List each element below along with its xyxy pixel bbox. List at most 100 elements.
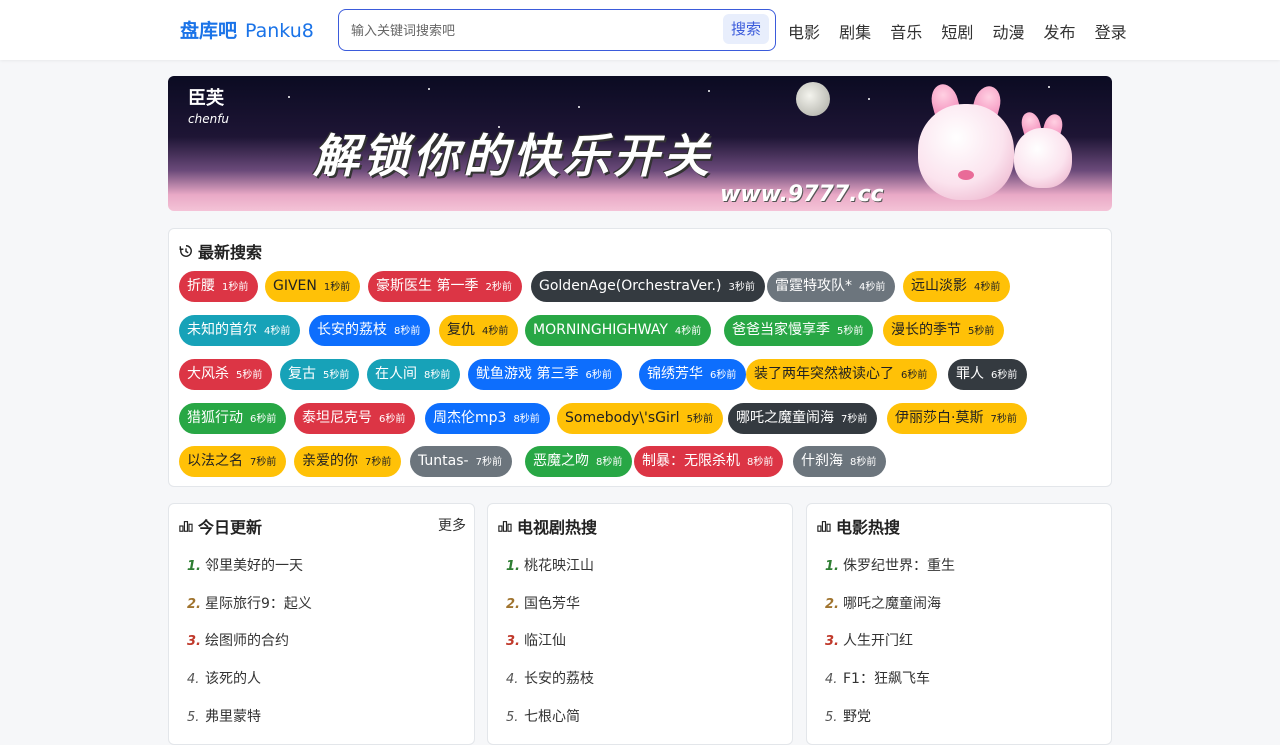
- search-tag[interactable]: 周杰伦mp3 8秒前: [425, 403, 550, 434]
- tag-label: 爸爸当家慢享季: [732, 322, 830, 338]
- tag-time: 4秒前: [674, 326, 702, 337]
- search-tag[interactable]: 雷霆特攻队* 4秒前: [767, 271, 896, 302]
- search-tag[interactable]: 亲爱的你 7秒前: [294, 446, 402, 477]
- rank-number: 5.: [825, 709, 838, 725]
- today-updates-card: 今日更新 更多 1. 邻里美好的一天 2. 星际旅行9：起义 3. 绘图师的合约 4.…: [168, 503, 475, 745]
- main-nav: 电影 剧集 音乐 短剧 动漫 发布 登录: [788, 19, 1141, 43]
- tag-time: 4秒前: [482, 326, 509, 337]
- search-box: 搜索: [338, 9, 776, 52]
- search-tag[interactable]: 装了两年突然被读心了 6秒前: [746, 359, 938, 390]
- nav-anime[interactable]: 动漫: [992, 23, 1024, 42]
- search-tag[interactable]: 锦绣芳华 6秒前: [639, 359, 747, 390]
- bar-chart-icon: [498, 521, 512, 532]
- list-item[interactable]: 2. 国色芳华: [506, 586, 594, 624]
- nav-music[interactable]: 音乐: [890, 23, 922, 42]
- recent-search-title-text: 最新搜索: [198, 243, 263, 262]
- rank-number: 1.: [187, 559, 201, 574]
- tag-label: 什刹海: [801, 453, 843, 469]
- site-logo[interactable]: 盘库吧 Panku8: [180, 16, 314, 43]
- list-item[interactable]: 3. 绘图师的合约: [187, 623, 312, 661]
- tag-label: 雷霆特攻队*: [775, 278, 852, 294]
- nav-movies[interactable]: 电影: [788, 23, 820, 42]
- tag-time: 6秒前: [379, 414, 406, 425]
- rank-number: 2.: [506, 596, 520, 612]
- today-more-link[interactable]: 更多: [438, 515, 466, 535]
- list-item[interactable]: 1. 邻里美好的一天: [187, 548, 312, 586]
- list-item[interactable]: 4. 该死的人: [187, 661, 312, 699]
- rank-number: 3.: [506, 634, 520, 650]
- search-tag[interactable]: 折腰 1秒前: [179, 271, 259, 302]
- tag-time: 7秒前: [365, 457, 392, 468]
- tag-label: GIVEN: [273, 278, 317, 294]
- star-graphic: [578, 106, 580, 108]
- search-tag[interactable]: 在人间 8秒前: [367, 359, 461, 390]
- recent-search-title: 最新搜索: [179, 239, 262, 263]
- search-tag[interactable]: 未知的首尔 4秒前: [179, 315, 301, 346]
- nav-short-drama[interactable]: 短剧: [941, 23, 973, 42]
- search-input[interactable]: [349, 10, 713, 52]
- tag-label: 亲爱的你: [302, 453, 358, 469]
- search-tag[interactable]: 复古 5秒前: [280, 359, 360, 390]
- nav-publish[interactable]: 发布: [1044, 23, 1076, 42]
- banner-url: www.9777.cc: [720, 182, 884, 207]
- search-tag[interactable]: 猎狐行动 6秒前: [179, 403, 287, 434]
- list-item[interactable]: 3. 人生开门红: [825, 623, 955, 661]
- list-item[interactable]: 5. 七根心简: [506, 699, 594, 737]
- nav-series[interactable]: 剧集: [839, 23, 871, 42]
- tag-label: 以法之名: [187, 453, 243, 469]
- list-item[interactable]: 5. 弗里蒙特: [187, 699, 312, 737]
- list-item[interactable]: 2. 星际旅行9：起义: [187, 586, 312, 624]
- search-tag[interactable]: 哪吒之魔童闹海 7秒前: [728, 403, 878, 434]
- list-item[interactable]: 1. 侏罗纪世界：重生: [825, 548, 955, 586]
- search-tag[interactable]: 什刹海 8秒前: [793, 446, 887, 477]
- search-tag[interactable]: 伊丽莎白·莫斯 7秒前: [887, 403, 1027, 434]
- search-tag[interactable]: 罪人 6秒前: [948, 359, 1028, 390]
- search-tag[interactable]: 恶魔之吻 8秒前: [525, 446, 633, 477]
- tag-time: 8秒前: [513, 414, 540, 425]
- search-tag[interactable]: MORNINGHIGHWAY 4秒前: [525, 315, 712, 346]
- list-item[interactable]: 5. 野党: [825, 699, 955, 737]
- search-tag[interactable]: 鱿鱼游戏 第三季 6秒前: [468, 359, 622, 390]
- tag-time: 5秒前: [968, 326, 995, 337]
- search-tag[interactable]: 制暴：无限杀机 8秒前: [634, 446, 784, 477]
- list-item[interactable]: 2. 哪吒之魔童闹海: [825, 586, 955, 624]
- item-title: 七根心简: [524, 708, 580, 725]
- search-tag[interactable]: 复仇 4秒前: [439, 315, 519, 346]
- ad-banner[interactable]: 臣芙 chenfu 解锁你的快乐开关 www.9777.cc: [168, 76, 1112, 211]
- rank-number: 4.: [506, 672, 519, 688]
- tag-time: 7秒前: [990, 414, 1017, 425]
- movie-hot-title-text: 电影热搜: [836, 518, 901, 537]
- tag-label: 哪吒之魔童闹海: [736, 410, 834, 426]
- moon-graphic: [796, 82, 830, 116]
- search-tag[interactable]: 泰坦尼克号 6秒前: [294, 403, 416, 434]
- search-tag[interactable]: Tuntas- 7秒前: [410, 446, 512, 477]
- search-tag[interactable]: 以法之名 7秒前: [179, 446, 287, 477]
- search-tag[interactable]: GIVEN 1秒前: [265, 271, 361, 302]
- rank-number: 3.: [825, 634, 839, 650]
- search-tag[interactable]: GoldenAge(OrchestraVer.) 3秒前: [531, 271, 765, 302]
- nav-login[interactable]: 登录: [1095, 23, 1127, 42]
- search-tag[interactable]: 大风杀 5秒前: [179, 359, 273, 390]
- search-tag[interactable]: 爸爸当家慢享季 5秒前: [724, 315, 874, 346]
- tag-label: 泰坦尼克号: [302, 410, 372, 426]
- item-title: 人生开门红: [843, 633, 913, 650]
- tag-label: 罪人: [956, 366, 984, 382]
- item-title: 临江仙: [524, 633, 566, 650]
- search-tag[interactable]: 漫长的季节 5秒前: [883, 315, 1005, 346]
- search-tag[interactable]: 长安的荔枝 8秒前: [309, 315, 431, 346]
- today-updates-title-text: 今日更新: [198, 518, 263, 537]
- rank-number: 5.: [506, 709, 519, 725]
- rank-number: 2.: [187, 596, 201, 612]
- list-item[interactable]: 4. 长安的荔枝: [506, 661, 594, 699]
- list-item[interactable]: 4. F1：狂飙飞车: [825, 661, 955, 699]
- tag-time: 8秒前: [850, 457, 877, 468]
- search-button[interactable]: 搜索: [722, 14, 769, 44]
- list-item[interactable]: 3. 临江仙: [506, 623, 594, 661]
- list-item[interactable]: 1. 桃花映江山: [506, 548, 594, 586]
- bar-chart-icon: [179, 521, 193, 532]
- tv-hot-list: 1. 桃花映江山 2. 国色芳华 3. 临江仙 4. 长安的荔枝 5. 七根心简: [506, 548, 594, 736]
- search-tag[interactable]: Somebody\'sGirl 5秒前: [557, 403, 723, 434]
- search-tag[interactable]: 远山淡影 4秒前: [903, 271, 1011, 302]
- tag-label: 未知的首尔: [187, 322, 257, 338]
- search-tag[interactable]: 豪斯医生 第一季 2秒前: [368, 271, 522, 302]
